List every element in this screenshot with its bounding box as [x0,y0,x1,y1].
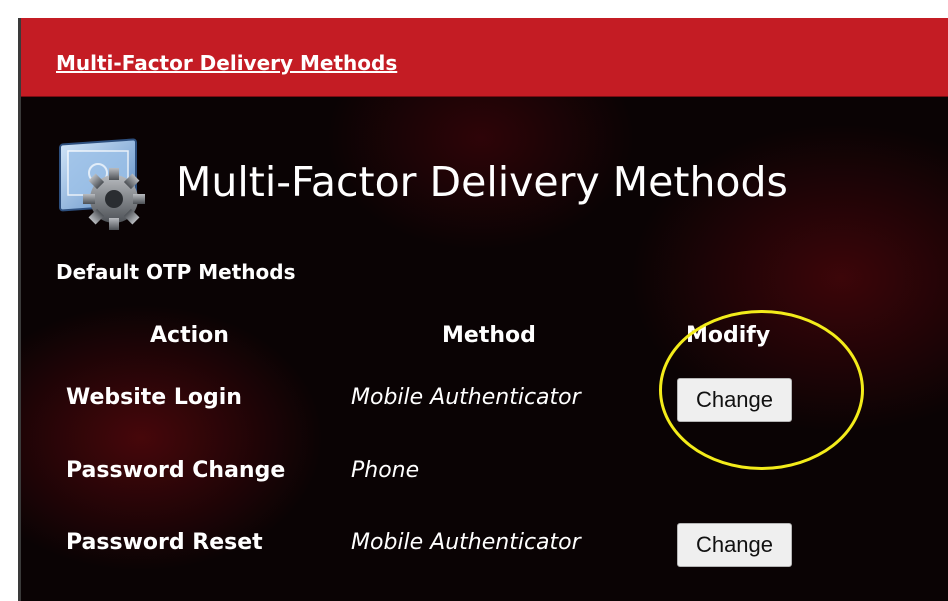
settings-window-gear-icon [59,138,145,230]
section-heading: Default OTP Methods [56,260,296,284]
change-button-password-reset[interactable]: Change [677,523,792,567]
column-header-modify: Modify [686,323,771,348]
header-title-link[interactable]: Multi-Factor Delivery Methods [56,51,397,75]
column-header-method: Method [442,323,536,348]
panel-header: Multi-Factor Delivery Methods [21,18,948,97]
row-method-password-change: Phone [351,458,420,483]
row-method-password-reset: Mobile Authenticator [351,530,581,555]
page-title: Multi-Factor Delivery Methods [176,158,788,206]
row-action-password-reset: Password Reset [66,530,263,555]
mfa-panel: Multi-Factor Delivery Methods Multi-Fact… [18,18,948,601]
row-action-website-login: Website Login [66,385,242,410]
row-method-website-login: Mobile Authenticator [351,385,581,410]
column-header-action: Action [150,323,229,348]
change-button-website-login[interactable]: Change [677,378,792,422]
row-action-password-change: Password Change [66,458,286,483]
